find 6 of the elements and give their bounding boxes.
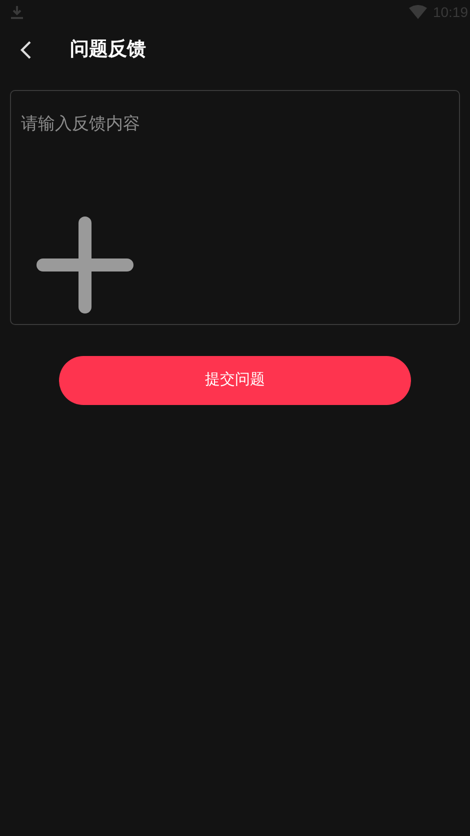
feedback-input[interactable]: 请输入反馈内容 — [10, 90, 460, 325]
page-title: 问题反馈 — [70, 38, 146, 62]
wifi-icon — [408, 5, 427, 19]
submit-button[interactable]: 提交问题 — [59, 356, 411, 405]
add-icon[interactable] — [35, 215, 135, 315]
download-icon — [10, 5, 24, 19]
